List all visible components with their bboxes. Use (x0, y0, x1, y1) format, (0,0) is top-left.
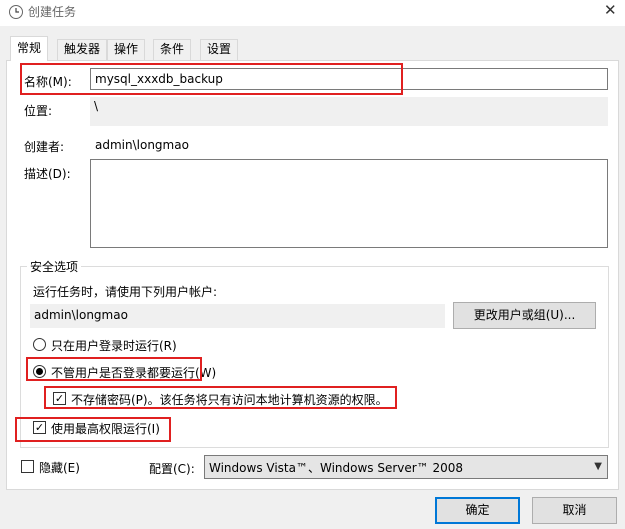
config-value: Windows Vista™、Windows Server™ 2008 (209, 461, 464, 475)
close-icon[interactable]: ✕ (604, 1, 617, 19)
tab-conditions[interactable]: 条件 (153, 39, 192, 60)
name-input[interactable]: mysql_xxxdb_backup (90, 68, 608, 90)
name-label: 名称(M): (24, 75, 72, 89)
no-store-password-label[interactable]: 不存储密码(P)。该任务将只有访问本地计算机资源的权限。 (71, 391, 388, 408)
hidden-checkbox[interactable] (21, 460, 34, 473)
highest-privileges-label[interactable]: 使用最高权限运行(I) (51, 420, 160, 437)
highest-privileges-checkbox[interactable]: ✓ (33, 421, 46, 434)
tab-triggers[interactable]: 触发器 (57, 39, 108, 60)
radio-logged-on[interactable] (33, 338, 46, 351)
security-options-title: 安全选项 (27, 258, 82, 275)
location-label: 位置: (24, 104, 53, 118)
author-value: admin\longmao (95, 138, 189, 152)
tab-settings[interactable]: 设置 (200, 39, 239, 60)
tab-actions[interactable]: 操作 (107, 39, 146, 60)
title-bar (0, 0, 625, 26)
hidden-label[interactable]: 隐藏(E) (39, 459, 80, 476)
radio-logged-on-label[interactable]: 只在用户登录时运行(R) (51, 337, 177, 354)
cancel-button[interactable]: 取消 (532, 497, 617, 524)
description-label: 描述(D): (24, 167, 71, 181)
tab-general[interactable]: 常规 (10, 36, 49, 61)
run-as-label: 运行任务时，请使用下列用户帐户: (33, 285, 218, 299)
clock-icon (9, 5, 23, 19)
ok-button[interactable]: 确定 (435, 497, 520, 524)
location-value: \ (90, 97, 608, 126)
config-select[interactable]: Windows Vista™、Windows Server™ 2008 ▼ (204, 455, 608, 479)
radio-whether-logged[interactable] (33, 365, 46, 378)
change-user-button[interactable]: 更改用户或组(U)... (453, 302, 596, 329)
description-input[interactable] (90, 159, 608, 248)
window-title: 创建任务 (28, 5, 77, 19)
user-account-value: admin\longmao (30, 304, 445, 328)
chevron-down-icon: ▼ (594, 461, 602, 472)
no-store-password-checkbox[interactable]: ✓ (53, 392, 66, 405)
radio-whether-logged-label[interactable]: 不管用户是否登录都要运行(W) (51, 364, 216, 381)
config-label: 配置(C): (149, 462, 195, 476)
author-label: 创建者: (24, 140, 65, 154)
